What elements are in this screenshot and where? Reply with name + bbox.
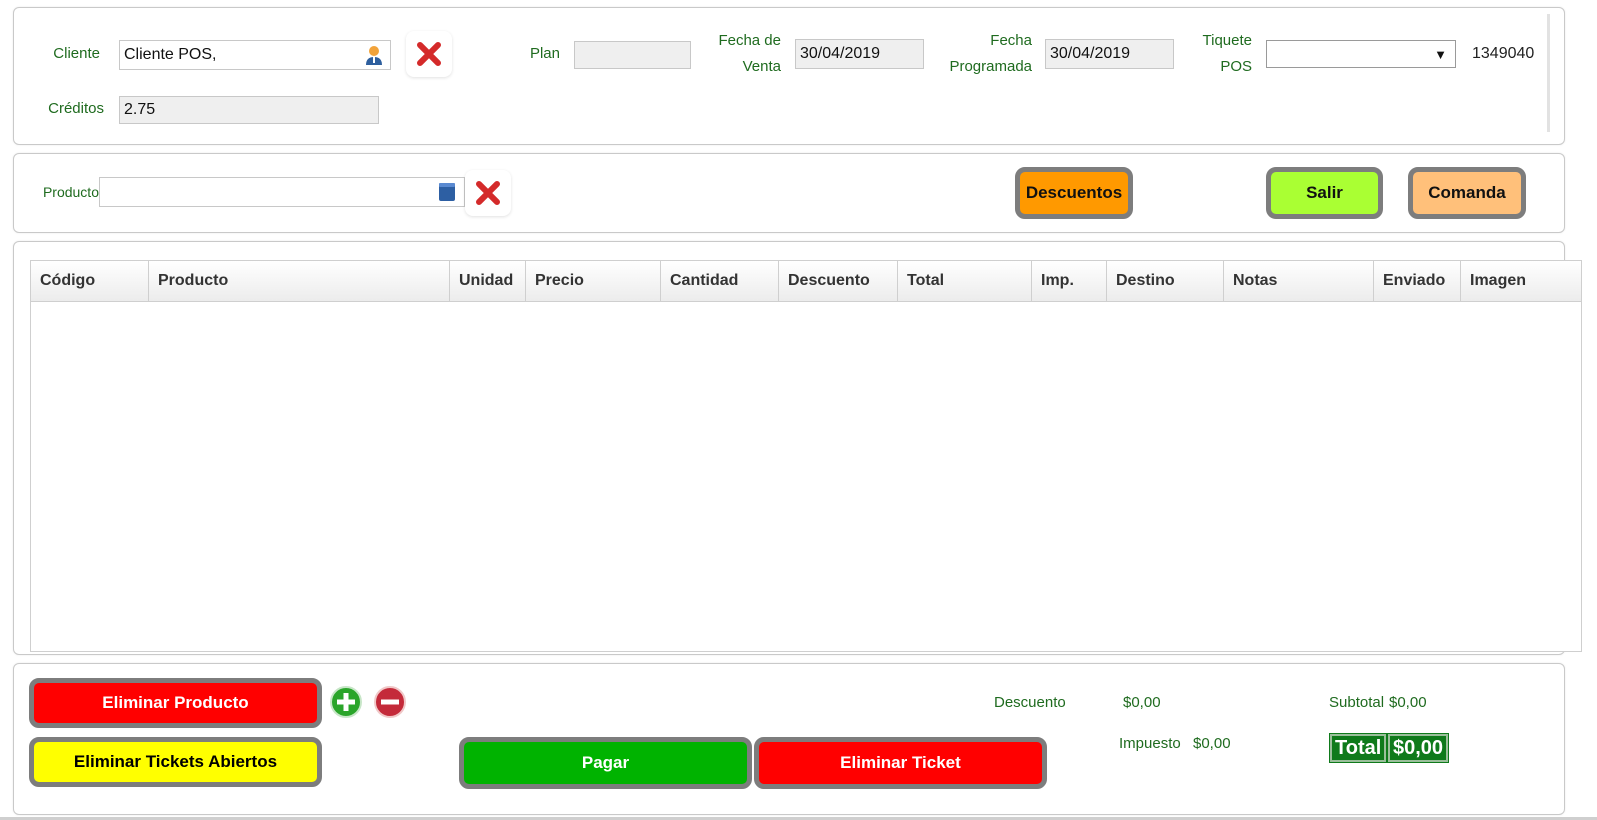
column-header-precio[interactable]: Precio (526, 261, 661, 301)
plus-icon[interactable] (327, 683, 365, 721)
column-header-imp[interactable]: Imp. (1032, 261, 1107, 301)
descuentos-button[interactable]: Descuentos (1015, 167, 1133, 219)
descuento-label: Descuento (994, 694, 1066, 711)
column-header-codigo[interactable]: Código (31, 261, 149, 301)
book-icon[interactable] (438, 182, 456, 202)
table-body[interactable] (30, 302, 1582, 652)
subtotal-value: $0,00 (1389, 694, 1427, 711)
fecha-venta-label-line2: Venta (742, 58, 781, 75)
minus-icon[interactable] (371, 683, 409, 721)
column-header-unidad[interactable]: Unidad (450, 261, 526, 301)
close-icon (476, 181, 500, 205)
tiquete-pos-label-line2: POS (1220, 58, 1252, 75)
table-header: Código Producto Unidad Precio Cantidad D… (30, 260, 1582, 302)
fecha-programada-label-line1: Fecha (990, 32, 1032, 49)
comanda-button[interactable]: Comanda (1408, 167, 1526, 219)
column-header-cantidad[interactable]: Cantidad (661, 261, 779, 301)
plan-field[interactable] (574, 41, 691, 69)
client-panel (13, 7, 1565, 145)
fecha-venta-label: Fecha de Venta (690, 28, 781, 80)
column-header-imagen[interactable]: Imagen (1461, 261, 1581, 301)
salir-button[interactable]: Salir (1266, 167, 1383, 219)
column-header-enviado[interactable]: Enviado (1374, 261, 1461, 301)
column-header-descuento[interactable]: Descuento (779, 261, 898, 301)
tiquete-pos-label-line1: Tiquete (1202, 32, 1252, 49)
user-icon[interactable] (364, 44, 384, 66)
eliminar-ticket-button[interactable]: Eliminar Ticket (754, 737, 1047, 789)
column-header-notas[interactable]: Notas (1224, 261, 1374, 301)
caret-down-icon: ▼ (1434, 47, 1447, 62)
fecha-programada-field[interactable]: 30/04/2019 (1045, 39, 1174, 69)
fecha-venta-field[interactable]: 30/04/2019 (795, 39, 924, 69)
column-header-destino[interactable]: Destino (1107, 261, 1224, 301)
cliente-value: Cliente POS, (124, 46, 217, 63)
fecha-programada-label: Fecha Programada (930, 28, 1032, 80)
close-icon (417, 42, 441, 66)
descuento-value: $0,00 (1123, 694, 1161, 711)
header-scrollbar[interactable] (1547, 14, 1550, 132)
tiquete-pos-label: Tiquete POS (1180, 28, 1252, 80)
cliente-field[interactable]: Cliente POS, (119, 40, 391, 70)
fecha-venta-label-line1: Fecha de (718, 32, 781, 49)
subtotal-label: Subtotal (1329, 694, 1385, 711)
total-value: $0,00 (1386, 733, 1450, 763)
creditos-label: Créditos (48, 100, 104, 117)
producto-clear-button[interactable] (465, 170, 511, 216)
eliminar-producto-button[interactable]: Eliminar Producto (29, 678, 322, 728)
eliminar-tickets-abiertos-button[interactable]: Eliminar Tickets Abiertos (29, 737, 322, 787)
pagar-button[interactable]: Pagar (459, 737, 752, 789)
impuesto-value: $0,00 (1193, 735, 1231, 752)
impuesto-label: Impuesto (1119, 735, 1181, 752)
ticket-number: 1349040 (1472, 45, 1535, 62)
cliente-label: Cliente (53, 45, 100, 62)
total-label: Total (1328, 733, 1388, 763)
tiquete-pos-select[interactable]: ▼ (1266, 40, 1456, 68)
cliente-clear-button[interactable] (406, 31, 452, 77)
producto-field[interactable] (99, 177, 465, 207)
column-header-total[interactable]: Total (898, 261, 1032, 301)
creditos-field: 2.75 (119, 96, 379, 124)
producto-label: Producto (42, 184, 99, 200)
fecha-programada-label-line2: Programada (949, 58, 1032, 75)
column-header-producto[interactable]: Producto (149, 261, 450, 301)
plan-label: Plan (529, 45, 560, 62)
